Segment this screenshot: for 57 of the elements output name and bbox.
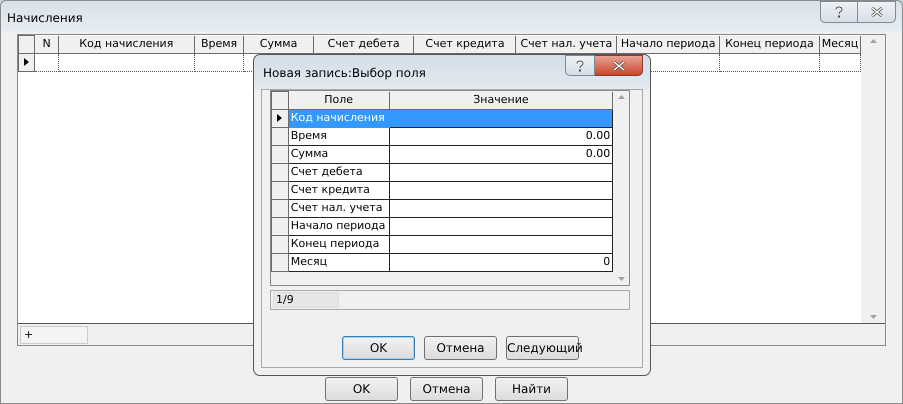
field-name: Код начисления xyxy=(288,110,390,128)
field-name: Сумма xyxy=(288,146,390,164)
dialog-title: Новая запись:Выбор поля xyxy=(263,65,426,82)
scroll-down-icon xyxy=(618,277,625,281)
record-position: 1/9 xyxy=(273,292,339,308)
close-button[interactable] xyxy=(858,1,896,23)
table-cell xyxy=(34,54,58,72)
scroll-down-icon xyxy=(870,315,877,319)
column-header[interactable]: Код начисления xyxy=(58,36,194,54)
column-header[interactable]: N xyxy=(34,36,58,54)
dialog-button[interactable]: OK xyxy=(342,336,415,360)
window-title: Начисления xyxy=(7,10,83,27)
dialog-button[interactable]: Отмена xyxy=(424,336,497,360)
dialog-button[interactable]: Найти xyxy=(495,377,568,401)
field-name: Месяц xyxy=(288,254,390,272)
field-name: Счет кредита xyxy=(288,182,390,200)
column-header[interactable]: Сумма xyxy=(244,36,314,54)
close-icon xyxy=(612,60,626,70)
column-header[interactable]: Начало периода xyxy=(616,36,720,54)
current-row-icon xyxy=(277,114,282,122)
scroll-up-icon xyxy=(618,95,625,99)
field-name: Начало периода xyxy=(288,218,390,236)
field-value[interactable] xyxy=(389,110,613,128)
field-name: Время xyxy=(288,128,390,146)
column-header[interactable]: Счет нал. учета xyxy=(516,36,617,54)
field-value[interactable]: 0.00 xyxy=(389,146,613,164)
column-header[interactable]: Конец периода xyxy=(720,36,820,54)
navigator-field[interactable]: + xyxy=(20,326,88,344)
scrollbar[interactable] xyxy=(861,35,885,323)
help-icon xyxy=(834,6,844,18)
row-header[interactable] xyxy=(18,54,35,72)
field-value[interactable]: 0.00 xyxy=(389,128,613,146)
column-header[interactable]: Счет кредита xyxy=(414,36,516,54)
close-icon xyxy=(870,7,884,17)
scroll-up-icon xyxy=(870,39,877,43)
field-value[interactable] xyxy=(389,164,613,182)
column-header[interactable]: Время xyxy=(194,36,244,54)
column-header[interactable]: Месяц xyxy=(819,36,861,54)
help-button[interactable] xyxy=(565,55,595,76)
field-name: Конец периода xyxy=(288,236,390,254)
field-name: Счет дебета xyxy=(288,164,390,182)
column-header[interactable]: Поле xyxy=(288,92,390,110)
current-row-icon xyxy=(24,58,30,66)
dialog-button[interactable]: OK xyxy=(325,377,398,401)
field-value[interactable]: 0 xyxy=(389,254,613,272)
close-button[interactable] xyxy=(595,55,643,76)
field-name: Счет нал. учета xyxy=(288,200,390,218)
dialog-button[interactable]: Отмена xyxy=(410,377,483,401)
field-value[interactable] xyxy=(389,182,613,200)
field-value[interactable] xyxy=(389,218,613,236)
column-header[interactable]: Счет дебета xyxy=(313,36,414,54)
help-button[interactable] xyxy=(820,1,858,23)
column-header[interactable]: Значение xyxy=(389,92,613,110)
help-icon xyxy=(575,60,585,72)
row-header[interactable] xyxy=(272,110,288,128)
field-value[interactable] xyxy=(389,200,613,218)
field-value[interactable] xyxy=(389,236,613,254)
